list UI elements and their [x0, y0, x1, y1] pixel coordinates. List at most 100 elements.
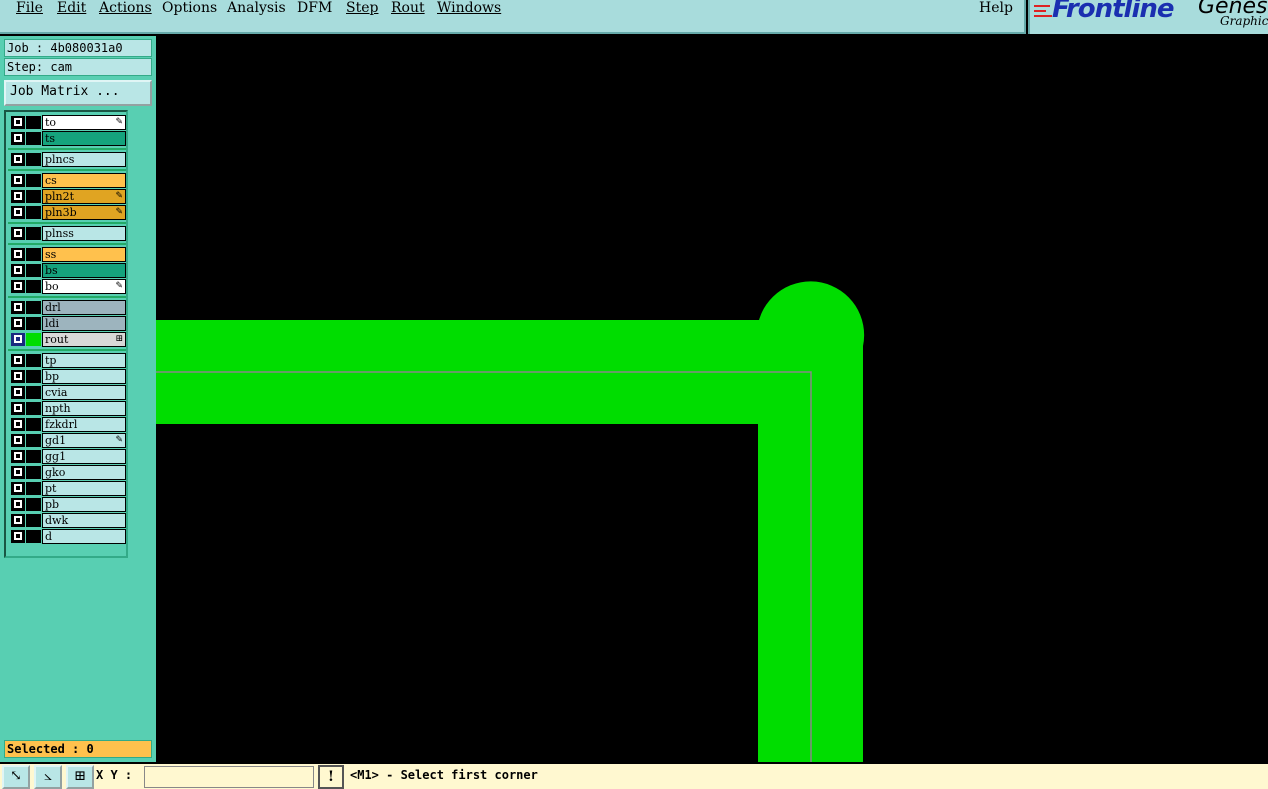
- menu-edit[interactable]: Edit: [57, 0, 86, 16]
- layer-name[interactable]: pt: [42, 481, 126, 496]
- layer-row-pln3b[interactable]: pln3b ✎: [8, 205, 126, 220]
- layer-row-pb[interactable]: pb: [8, 497, 126, 512]
- layer-display-swatch[interactable]: [26, 248, 41, 261]
- layer-display-swatch[interactable]: [26, 206, 41, 219]
- layer-name[interactable]: ts: [42, 131, 126, 146]
- layer-checkbox[interactable]: [11, 466, 25, 479]
- graphic-canvas[interactable]: [156, 36, 1268, 762]
- layer-checkbox[interactable]: [11, 190, 25, 203]
- layer-name[interactable]: to ✎: [42, 115, 126, 130]
- menu-windows[interactable]: Windows: [437, 0, 501, 16]
- job-matrix-button[interactable]: Job Matrix ...: [4, 80, 152, 106]
- layer-row-ts[interactable]: ts: [8, 131, 126, 146]
- layer-checkbox[interactable]: [11, 402, 25, 415]
- layer-name[interactable]: ss: [42, 247, 126, 262]
- menu-actions[interactable]: Actions: [99, 0, 152, 16]
- layer-name[interactable]: pln3b ✎: [42, 205, 126, 220]
- layer-row-drl[interactable]: drl: [8, 300, 126, 315]
- layer-name[interactable]: pln2t ✎: [42, 189, 126, 204]
- layer-row-gko[interactable]: gko: [8, 465, 126, 480]
- layer-name[interactable]: tp: [42, 353, 126, 368]
- layer-checkbox[interactable]: [11, 482, 25, 495]
- layer-row-npth[interactable]: npth: [8, 401, 126, 416]
- zoom-box-icon[interactable]: ⤡: [2, 765, 30, 789]
- layer-name[interactable]: rout ⊞: [42, 332, 126, 347]
- layer-name[interactable]: fzkdrl: [42, 417, 126, 432]
- layer-display-swatch[interactable]: [26, 264, 41, 277]
- measure-icon[interactable]: ⦣: [34, 765, 62, 789]
- layer-name[interactable]: bo ✎: [42, 279, 126, 294]
- layer-display-swatch[interactable]: [26, 354, 41, 367]
- layer-checkbox[interactable]: [11, 301, 25, 314]
- layer-display-swatch[interactable]: [26, 317, 41, 330]
- layer-checkbox[interactable]: [11, 370, 25, 383]
- snap-grid-icon[interactable]: ⊞: [66, 765, 94, 789]
- layer-name[interactable]: bs: [42, 263, 126, 278]
- layer-name[interactable]: cvia: [42, 385, 126, 400]
- layer-name[interactable]: pb: [42, 497, 126, 512]
- layer-display-swatch[interactable]: [26, 418, 41, 431]
- layer-display-swatch[interactable]: [26, 280, 41, 293]
- layer-row-bp[interactable]: bp: [8, 369, 126, 384]
- layer-name[interactable]: bp: [42, 369, 126, 384]
- layer-row-pln2t[interactable]: pln2t ✎: [8, 189, 126, 204]
- layer-checkbox[interactable]: [11, 498, 25, 511]
- layer-checkbox[interactable]: [11, 132, 25, 145]
- alert-button[interactable]: !: [318, 765, 344, 789]
- layer-row-ss[interactable]: ss: [8, 247, 126, 262]
- layer-row-d[interactable]: d: [8, 529, 126, 544]
- layer-name[interactable]: plnss: [42, 226, 126, 241]
- layer-display-swatch[interactable]: [26, 482, 41, 495]
- menu-analysis[interactable]: Analysis: [227, 0, 286, 16]
- layer-row-plnss[interactable]: plnss: [8, 226, 126, 241]
- layer-name[interactable]: dwk: [42, 513, 126, 528]
- layer-row-pt[interactable]: pt: [8, 481, 126, 496]
- layer-row-tp[interactable]: tp: [8, 353, 126, 368]
- layer-row-plncs[interactable]: plncs: [8, 152, 126, 167]
- layer-row-bo[interactable]: bo ✎: [8, 279, 126, 294]
- layer-name[interactable]: drl: [42, 300, 126, 315]
- layer-row-gg1[interactable]: gg1: [8, 449, 126, 464]
- layer-name[interactable]: gd1 ✎: [42, 433, 126, 448]
- layer-display-swatch[interactable]: [26, 450, 41, 463]
- layer-display-swatch[interactable]: [26, 370, 41, 383]
- layer-row-bs[interactable]: bs: [8, 263, 126, 278]
- menu-help[interactable]: Help: [979, 0, 1013, 16]
- menu-dfm[interactable]: DFM: [297, 0, 332, 16]
- layer-name[interactable]: cs: [42, 173, 126, 188]
- layer-name[interactable]: gg1: [42, 449, 126, 464]
- layer-scrollbar[interactable]: [130, 110, 154, 558]
- layer-row-cvia[interactable]: cvia: [8, 385, 126, 400]
- layer-checkbox[interactable]: [11, 264, 25, 277]
- layer-row-ldi[interactable]: ldi: [8, 316, 126, 331]
- layer-display-swatch[interactable]: [26, 386, 41, 399]
- layer-row-gd1[interactable]: gd1 ✎: [8, 433, 126, 448]
- layer-name[interactable]: gko: [42, 465, 126, 480]
- layer-checkbox[interactable]: [11, 174, 25, 187]
- layer-display-swatch[interactable]: [26, 190, 41, 203]
- layer-checkbox[interactable]: [11, 434, 25, 447]
- layer-checkbox[interactable]: [11, 248, 25, 261]
- layer-display-swatch[interactable]: [26, 402, 41, 415]
- layer-display-swatch[interactable]: [26, 514, 41, 527]
- layer-row-cs[interactable]: cs: [8, 173, 126, 188]
- layer-checkbox[interactable]: [11, 333, 25, 346]
- layer-name[interactable]: npth: [42, 401, 126, 416]
- layer-checkbox[interactable]: [11, 386, 25, 399]
- layer-display-swatch[interactable]: [26, 227, 41, 240]
- layer-checkbox[interactable]: [11, 354, 25, 367]
- layer-checkbox[interactable]: [11, 530, 25, 543]
- layer-display-swatch[interactable]: [26, 466, 41, 479]
- layer-display-swatch[interactable]: [26, 153, 41, 166]
- layer-checkbox[interactable]: [11, 153, 25, 166]
- menu-step[interactable]: Step: [346, 0, 378, 16]
- layer-name[interactable]: plncs: [42, 152, 126, 167]
- layer-display-swatch[interactable]: [26, 333, 41, 346]
- layer-checkbox[interactable]: [11, 206, 25, 219]
- layer-row-rout[interactable]: rout ⊞: [8, 332, 126, 347]
- menu-options[interactable]: Options: [162, 0, 217, 16]
- layer-display-swatch[interactable]: [26, 434, 41, 447]
- layer-display-swatch[interactable]: [26, 530, 41, 543]
- layer-checkbox[interactable]: [11, 317, 25, 330]
- menu-rout[interactable]: Rout: [391, 0, 425, 16]
